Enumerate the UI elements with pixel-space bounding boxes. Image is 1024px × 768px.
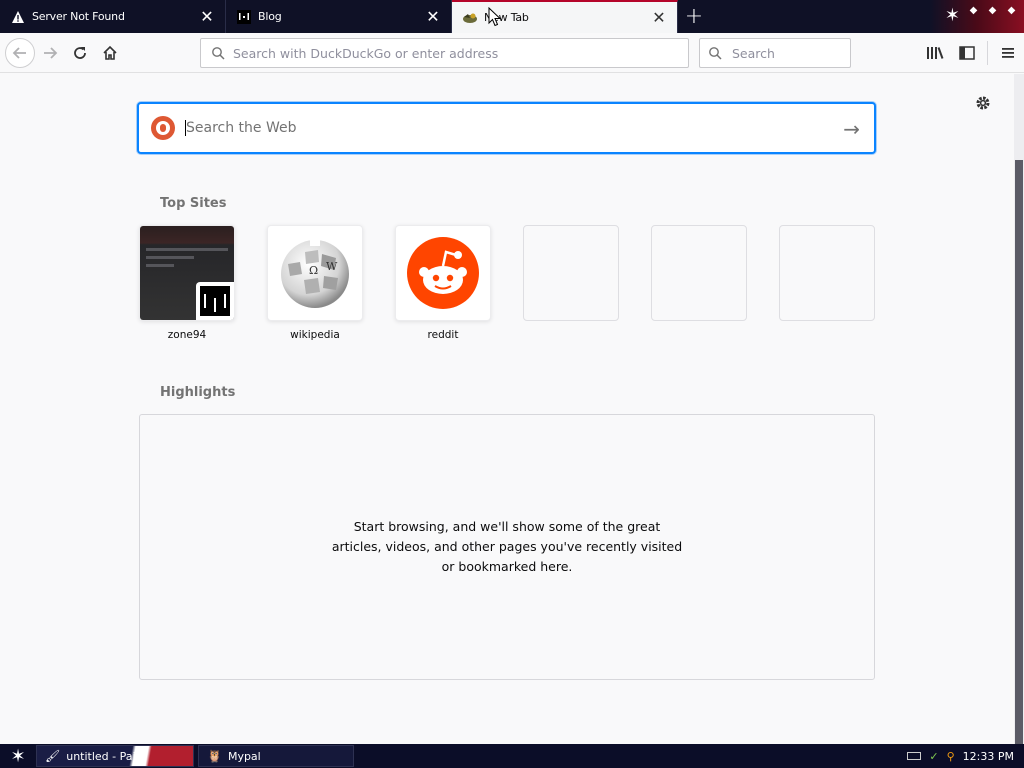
web-search-input[interactable]: Search the Web → (137, 102, 876, 154)
blog-favicon (236, 9, 252, 25)
tab-server-not-found[interactable]: Server Not Found ✕ (0, 0, 226, 33)
start-menu-button[interactable]: ✶ (0, 744, 36, 768)
maximize-button[interactable]: ◆ (986, 4, 999, 17)
keyboard-icon[interactable] (907, 752, 922, 760)
hamburger-menu-icon (1002, 48, 1014, 58)
highlights-empty-state: Start browsing, and we'll show some of t… (139, 414, 875, 680)
top-site-empty[interactable] (523, 225, 619, 329)
back-arrow-icon (12, 46, 26, 59)
warning-icon (10, 9, 26, 25)
window-controls: ◆ ◆ ◆ (967, 4, 1018, 17)
system-tray: ✓ ⚲ 12:33 PM (907, 744, 1024, 768)
close-tab-icon[interactable]: ✕ (425, 8, 441, 25)
top-sites-heading: Top Sites (160, 196, 227, 211)
empty-site-slot[interactable] (651, 225, 747, 321)
site-thumbnail[interactable]: Ω W (267, 225, 363, 321)
network-icon[interactable]: ✓ (929, 750, 938, 763)
clock[interactable]: 12:33 PM (963, 750, 1014, 763)
taskbar-item-paint[interactable]: 🖌 untitled - Paint (36, 745, 194, 767)
search-submit-arrow-icon[interactable]: → (843, 117, 860, 141)
forward-arrow-icon (44, 46, 58, 59)
search-tray-icon[interactable]: ⚲ (947, 750, 955, 763)
close-tab-icon[interactable]: ✕ (651, 9, 667, 26)
paint-app-icon: 🖌 (45, 749, 61, 763)
highlights-heading: Highlights (160, 385, 236, 400)
taskbar-item-mypal[interactable]: 🦉 Mypal (198, 745, 354, 767)
top-site-zone94[interactable]: zone94 (139, 225, 235, 341)
forward-button[interactable] (35, 38, 65, 68)
address-bar[interactable]: Search with DuckDuckGo or enter address (200, 38, 689, 68)
top-site-empty[interactable] (651, 225, 747, 329)
empty-site-slot[interactable] (779, 225, 875, 321)
menu-button[interactable] (992, 38, 1024, 68)
top-site-label: wikipedia (290, 329, 340, 341)
top-site-label: reddit (427, 329, 459, 341)
library-icon (927, 47, 944, 59)
reload-button[interactable] (65, 38, 95, 68)
site-thumbnail[interactable] (139, 225, 235, 321)
site-thumbnail[interactable] (395, 225, 491, 321)
reload-icon (74, 46, 86, 59)
back-button[interactable] (5, 37, 35, 68)
home-icon (103, 45, 117, 60)
mypal-favicon (462, 10, 478, 26)
tab-label: Blog (258, 10, 282, 23)
scrollbar-thumb[interactable] (1015, 160, 1023, 744)
svg-text:W: W (326, 260, 338, 273)
top-site-empty[interactable] (779, 225, 875, 329)
mypal-app-icon: 🦉 (207, 749, 222, 763)
library-button[interactable] (919, 38, 951, 68)
vertical-scrollbar[interactable] (1014, 74, 1024, 744)
home-button[interactable] (95, 38, 125, 68)
settings-gear-icon[interactable] (974, 94, 992, 112)
tab-blog[interactable]: Blog ✕ (226, 0, 452, 33)
star-icon: ✶ (10, 745, 26, 767)
mouse-cursor-icon (488, 6, 502, 30)
search-bar[interactable]: Search (699, 38, 851, 68)
tab-strip: Server Not Found ✕ Blog ✕ New Tab ✕ + ✶ … (0, 0, 1024, 33)
search-icon (212, 47, 225, 60)
zone94-favicon-icon (196, 282, 234, 320)
tab-label: New Tab (484, 11, 529, 24)
top-site-reddit[interactable]: reddit (395, 225, 491, 341)
web-search-placeholder: Search the Web (186, 120, 297, 136)
taskbar: ✶ 🖌 untitled - Paint 🦉 Mypal ✓ ⚲ 12:33 P… (0, 744, 1024, 768)
toolbar-separator (987, 41, 988, 65)
toolbar-right (919, 38, 1024, 68)
taskbar-item-label: untitled - Paint (66, 749, 147, 763)
sidebar-icon (959, 46, 975, 60)
close-window-button[interactable]: ◆ (1005, 4, 1018, 17)
highlights-message: Start browsing, and we'll show some of t… (331, 519, 683, 574)
sidebar-button[interactable] (951, 38, 983, 68)
address-bar-placeholder: Search with DuckDuckGo or enter address (233, 45, 499, 61)
top-site-label: zone94 (167, 329, 207, 341)
search-icon (709, 47, 722, 60)
wikipedia-globe-icon: Ω W (281, 238, 349, 308)
taskbar-item-label: Mypal (227, 749, 261, 763)
tab-new-tab[interactable]: New Tab ✕ (452, 0, 678, 33)
tab-strip-spacer: ✶ ◆ ◆ ◆ (710, 0, 1024, 33)
search-bar-placeholder: Search (732, 45, 775, 61)
empty-site-slot[interactable] (523, 225, 619, 321)
reddit-logo-icon (407, 237, 479, 309)
close-tab-icon[interactable]: ✕ (199, 8, 215, 25)
new-tab-button[interactable]: + (678, 0, 710, 33)
star-icon: ✶ (944, 5, 960, 26)
navigation-toolbar: Search with DuckDuckGo or enter address … (0, 33, 1024, 73)
tab-label: Server Not Found (32, 10, 125, 23)
top-site-wikipedia[interactable]: Ω W wikipedia (267, 225, 363, 341)
minimize-button[interactable]: ◆ (967, 4, 980, 17)
svg-text:Ω: Ω (309, 264, 318, 277)
duckduckgo-logo-icon (151, 116, 175, 140)
